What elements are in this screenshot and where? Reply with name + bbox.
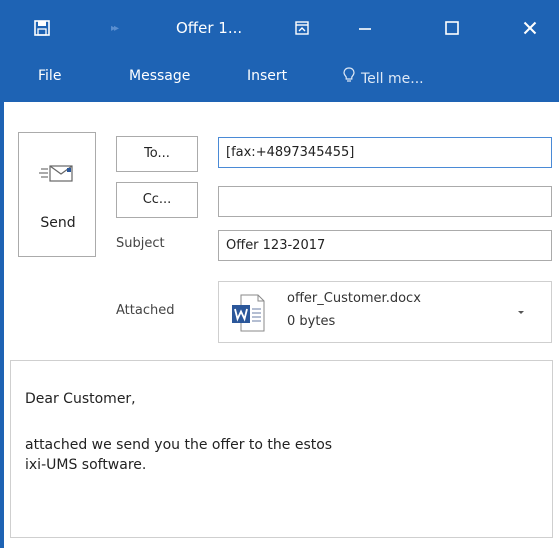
cc-button[interactable]: Cc... <box>116 182 198 218</box>
tell-me-search[interactable]: Tell me... <box>343 56 424 102</box>
ribbon-display-options-icon[interactable] <box>282 0 322 56</box>
send-button[interactable]: Send <box>18 132 96 257</box>
subject-field[interactable]: Offer 123-2017 <box>218 230 552 261</box>
title-bar: ▸▸ Offer 1... <box>0 0 559 56</box>
tell-me-label: Tell me... <box>361 71 424 87</box>
subject-label: Subject <box>116 236 165 251</box>
attachment-item[interactable]: offer_Customer.docx 0 bytes <box>218 281 552 343</box>
attachment-name: offer_Customer.docx <box>287 291 421 306</box>
tab-file[interactable]: File <box>38 56 61 102</box>
word-document-icon <box>231 294 265 332</box>
cc-field[interactable] <box>218 186 552 217</box>
window-title: Offer 1... <box>176 19 243 37</box>
ribbon-tabs: File Message Insert Tell me... <box>0 56 559 102</box>
redo-icon[interactable]: ▸▸ <box>104 0 124 56</box>
tab-message[interactable]: Message <box>129 56 190 102</box>
close-icon[interactable] <box>510 0 550 56</box>
minimize-icon[interactable] <box>345 0 385 56</box>
to-button[interactable]: To... <box>116 136 198 172</box>
attachment-size: 0 bytes <box>287 314 336 329</box>
message-body[interactable]: Dear Customer, attached we send you the … <box>10 360 553 538</box>
tab-insert[interactable]: Insert <box>247 56 287 102</box>
body-text: attached we send you the offer to the es… <box>25 437 333 473</box>
chevron-down-icon[interactable] <box>514 305 528 319</box>
lightbulb-icon <box>343 59 355 99</box>
window-border <box>0 102 4 548</box>
send-button-label: Send <box>40 215 76 231</box>
send-envelope-icon <box>39 163 75 187</box>
save-icon[interactable] <box>22 0 62 56</box>
attached-label: Attached <box>116 303 175 318</box>
body-greeting: Dear Customer, <box>25 391 136 407</box>
maximize-icon[interactable] <box>432 0 472 56</box>
to-field[interactable]: [fax:+4897345455] <box>218 137 552 168</box>
